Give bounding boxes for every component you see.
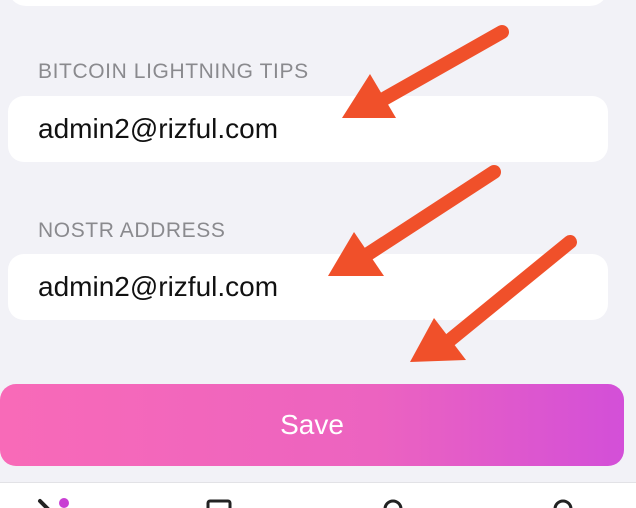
- nostr-address-field-container: [8, 254, 608, 320]
- lightning-tips-field-container: [8, 96, 608, 162]
- back-arrow-icon[interactable]: [32, 497, 72, 508]
- nostr-address-label: NOSTR ADDRESS: [38, 219, 226, 242]
- nostr-address-input[interactable]: [38, 271, 578, 303]
- lightning-tips-input[interactable]: [38, 113, 578, 145]
- tab-bar: [0, 482, 636, 508]
- previous-field-card[interactable]: [8, 0, 608, 6]
- search-icon[interactable]: [548, 497, 578, 508]
- lightning-tips-label: BITCOIN LIGHTNING TIPS: [38, 60, 309, 83]
- square-icon[interactable]: [204, 497, 234, 508]
- save-button[interactable]: Save: [0, 384, 624, 466]
- profile-settings-screen: BITCOIN LIGHTNING TIPS NOSTR ADDRESS Sav…: [0, 0, 636, 508]
- profile-icon[interactable]: [378, 497, 408, 508]
